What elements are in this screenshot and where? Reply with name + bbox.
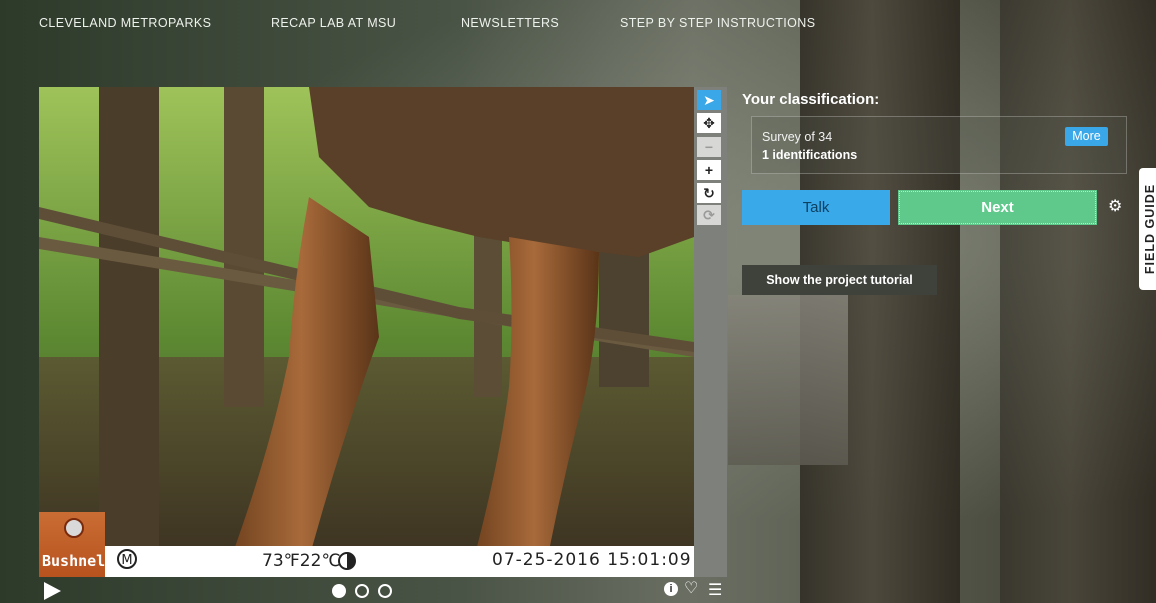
next-button[interactable]: Next: [898, 190, 1097, 225]
play-icon[interactable]: [44, 582, 61, 600]
classification-title: Your classification:: [742, 91, 880, 108]
camera-info-stamp: M 73℉22℃ 07-25-2016 15:01:09: [39, 546, 694, 577]
image-toolbar: ➤ ✥ − + ↻ ⟳: [694, 87, 727, 577]
frame-dot-3[interactable]: [378, 584, 392, 598]
camera-trap-photo: [39, 87, 694, 577]
field-guide-tab[interactable]: FIELD GUIDE: [1139, 168, 1156, 290]
subject-image[interactable]: [39, 87, 694, 577]
half-moon-icon: [338, 552, 356, 570]
move-tool-icon[interactable]: ✥: [697, 113, 721, 133]
zoom-out-icon[interactable]: −: [697, 137, 721, 157]
frame-dot-2[interactable]: [355, 584, 369, 598]
collections-list-icon[interactable]: ☰: [708, 580, 722, 600]
nav-link-newsletters[interactable]: NEWSLETTERS: [461, 16, 559, 30]
survey-label: Survey of 34: [762, 130, 833, 144]
timestamp-readout: 07-25-2016 15:01:09: [492, 550, 692, 570]
frame-dot-1[interactable]: [332, 584, 346, 598]
talk-button[interactable]: Talk: [742, 190, 890, 225]
zoom-in-icon[interactable]: +: [697, 160, 721, 180]
nav-link-recap-lab[interactable]: RECAP LAB AT MSU: [271, 16, 396, 30]
bushnell-logo: Bushnell: [39, 512, 114, 577]
moon-phase-icon: M: [117, 549, 137, 569]
identifications-count: 1 identifications: [762, 148, 858, 162]
info-icon[interactable]: i: [664, 582, 678, 596]
background-trail-camera: [728, 295, 848, 465]
nav-link-instructions[interactable]: STEP BY STEP INSTRUCTIONS: [620, 16, 815, 30]
rotate-icon[interactable]: ↻: [697, 183, 721, 203]
bushnell-emblem-icon: [64, 518, 84, 538]
nav-link-cleveland-metroparks[interactable]: CLEVELAND METROPARKS: [39, 16, 211, 30]
bushnell-logo-text: Bushnell: [42, 552, 115, 570]
pointer-tool-icon[interactable]: ➤: [697, 90, 721, 110]
reset-icon[interactable]: ⟳: [697, 205, 721, 225]
viewer-controls: i ♡ ☰: [39, 577, 727, 603]
field-guide-label: FIELD GUIDE: [1143, 183, 1156, 275]
more-button[interactable]: More: [1065, 127, 1108, 146]
gear-icon[interactable]: ⚙: [1108, 199, 1122, 215]
classification-summary: Survey of 34 1 identifications More: [751, 116, 1127, 174]
show-tutorial-button[interactable]: Show the project tutorial: [742, 265, 937, 295]
temperature-readout: 73℉22℃: [262, 551, 341, 571]
favorite-heart-icon[interactable]: ♡: [684, 578, 698, 598]
background-tree-trunk-right: [1000, 0, 1156, 603]
